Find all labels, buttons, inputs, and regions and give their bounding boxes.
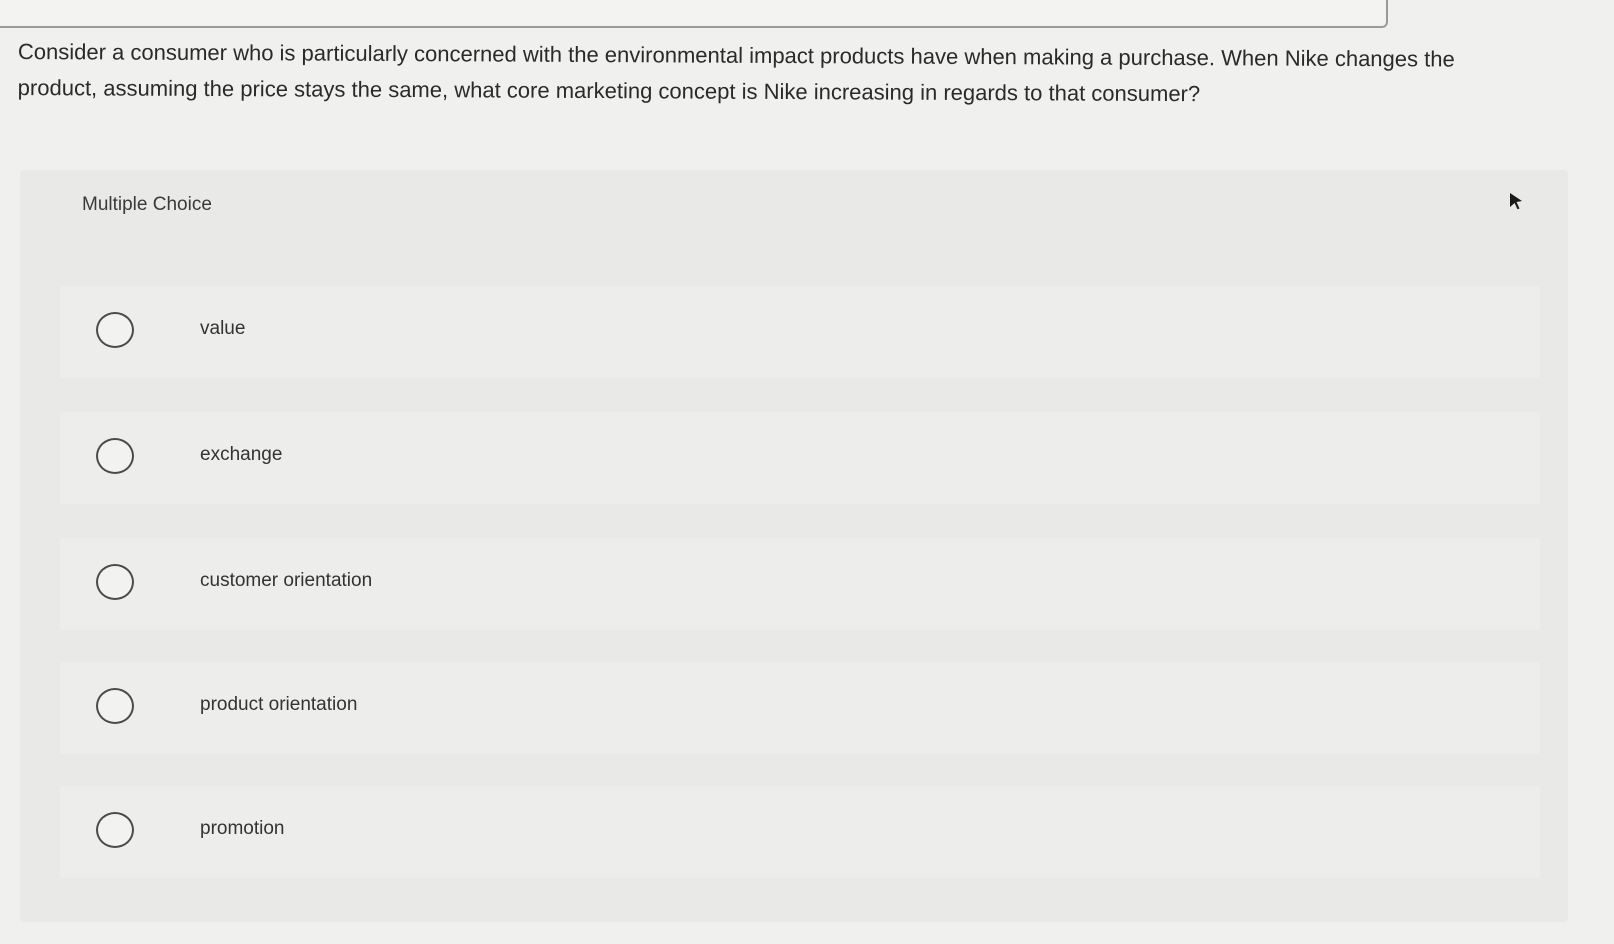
answer-option-product-orientation[interactable]: product orientation (60, 662, 1540, 754)
radio-circle-icon[interactable] (96, 688, 134, 724)
answer-option-promotion[interactable]: promotion (60, 786, 1540, 878)
radio-circle-icon[interactable] (96, 564, 134, 600)
answer-option-customer-orientation[interactable]: customer orientation (60, 538, 1540, 630)
radio-circle-icon[interactable] (96, 312, 134, 348)
multiple-choice-panel: Multiple Choice value exchange customer … (20, 170, 1568, 922)
radio-circle-icon[interactable] (96, 812, 134, 848)
previous-answer-box (0, 0, 1388, 28)
answer-option-label: exchange (200, 444, 283, 465)
question-text: Consider a consumer who is particularly … (17, 38, 1455, 107)
answer-option-label: value (200, 318, 246, 339)
mouse-pointer-icon (1510, 193, 1522, 210)
answer-option-exchange[interactable]: exchange (60, 412, 1540, 504)
answer-option-label: promotion (200, 818, 285, 839)
answer-option-label: customer orientation (200, 570, 373, 591)
answer-option-value[interactable]: value (60, 286, 1540, 378)
question-type-label: Multiple Choice (82, 194, 212, 215)
radio-circle-icon[interactable] (96, 438, 134, 474)
answer-option-label: product orientation (200, 694, 358, 715)
